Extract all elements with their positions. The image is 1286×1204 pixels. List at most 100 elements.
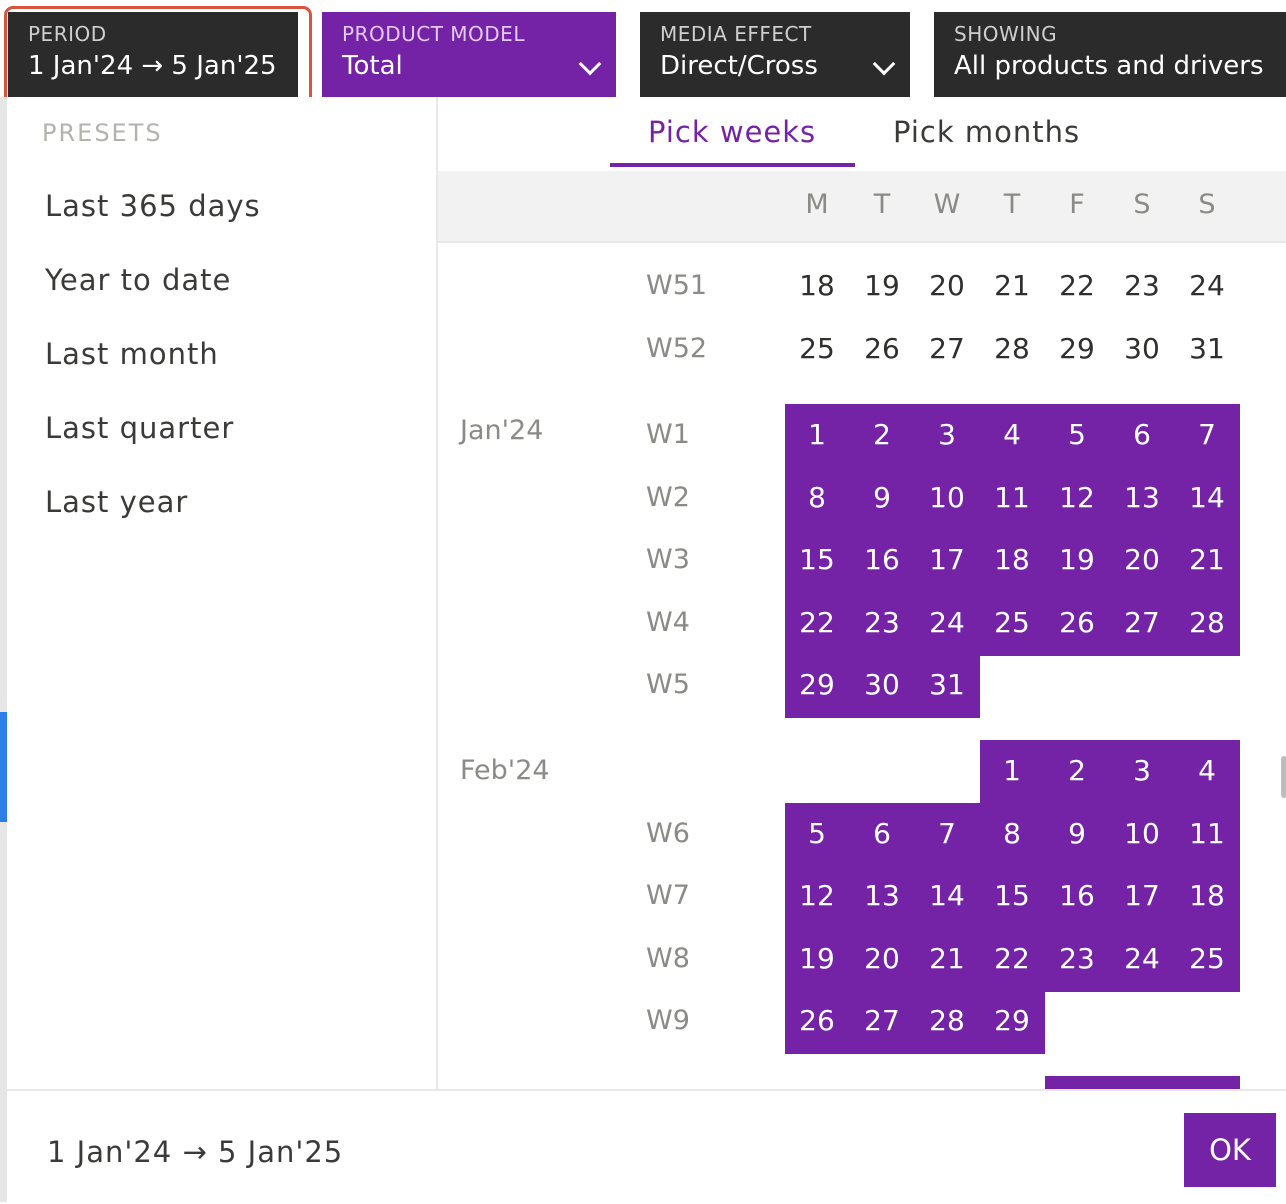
calendar-day[interactable]: 18 (785, 255, 849, 317)
media-effect-filter-label: MEDIA EFFECT (660, 22, 812, 46)
showing-filter[interactable]: SHOWING All products and drivers (934, 12, 1286, 97)
calendar-day[interactable]: 19 (1045, 529, 1109, 591)
calendar-day[interactable]: 24 (1110, 928, 1174, 990)
calendar-day[interactable]: 12 (785, 865, 849, 927)
week-number[interactable]: W8 (646, 928, 690, 990)
calendar-day[interactable]: 10 (915, 467, 979, 529)
week-number[interactable]: W7 (646, 865, 690, 927)
calendar-day[interactable]: 18 (980, 529, 1044, 591)
week-number[interactable]: W52 (646, 318, 707, 380)
calendar-day[interactable]: 11 (1175, 803, 1239, 865)
calendar-day[interactable]: 29 (980, 990, 1044, 1052)
ok-button[interactable]: OK (1184, 1113, 1276, 1187)
calendar-day[interactable]: 28 (980, 318, 1044, 380)
calendar-day[interactable]: 7 (1175, 404, 1239, 466)
calendar-day[interactable]: 14 (1175, 467, 1239, 529)
calendar-day[interactable]: 24 (1175, 255, 1239, 317)
calendar-day[interactable]: 9 (850, 467, 914, 529)
week-number[interactable]: W5 (646, 654, 690, 716)
calendar-day[interactable]: 27 (915, 318, 979, 380)
calendar-day[interactable]: 26 (785, 990, 849, 1052)
calendar-scrollbar[interactable] (1281, 756, 1286, 798)
calendar-day[interactable]: 26 (850, 318, 914, 380)
preset-year-to-date[interactable]: Year to date (45, 263, 231, 297)
calendar-day[interactable]: 15 (785, 529, 849, 591)
preset-last-quarter[interactable]: Last quarter (45, 411, 234, 445)
calendar-day[interactable]: 23 (1045, 928, 1109, 990)
calendar-day[interactable]: 29 (785, 654, 849, 716)
calendar-day[interactable]: 1 (785, 404, 849, 466)
calendar-day[interactable]: 19 (850, 255, 914, 317)
week-number[interactable]: W1 (646, 404, 690, 466)
week-number[interactable]: W6 (646, 803, 690, 865)
calendar-day[interactable]: 7 (915, 803, 979, 865)
preset-last-year[interactable]: Last year (45, 485, 188, 519)
calendar-day[interactable]: 22 (1045, 255, 1109, 317)
calendar-day[interactable]: 22 (785, 592, 849, 654)
calendar-day[interactable]: 20 (915, 255, 979, 317)
calendar-day[interactable]: 6 (1110, 404, 1174, 466)
preset-last-365-days[interactable]: Last 365 days (45, 189, 261, 223)
calendar-day[interactable]: 25 (1175, 928, 1239, 990)
calendar-day[interactable]: 2 (850, 404, 914, 466)
calendar-day[interactable]: 13 (850, 865, 914, 927)
calendar-day[interactable]: 23 (850, 592, 914, 654)
calendar-day[interactable]: 3 (915, 404, 979, 466)
calendar-day[interactable]: 29 (1045, 318, 1109, 380)
media-effect-filter[interactable]: MEDIA EFFECT Direct/Cross (640, 12, 910, 97)
date-picker-footer: 1 Jan'24 → 5 Jan'25 OK (7, 1089, 1286, 1204)
calendar-day[interactable]: 3 (1110, 740, 1174, 802)
calendar-day[interactable]: 20 (1110, 529, 1174, 591)
week-number[interactable]: W9 (646, 990, 690, 1052)
calendar-day[interactable]: 17 (915, 529, 979, 591)
product-model-filter[interactable]: PRODUCT MODEL Total (322, 12, 616, 97)
calendar-day[interactable]: 28 (1175, 592, 1239, 654)
calendar-day[interactable]: 5 (785, 803, 849, 865)
calendar-day[interactable]: 19 (785, 928, 849, 990)
week-number[interactable]: W4 (646, 592, 690, 654)
calendar-day[interactable]: 13 (1110, 467, 1174, 529)
calendar-day[interactable]: 16 (850, 529, 914, 591)
calendar-day[interactable]: 4 (980, 404, 1044, 466)
calendar-day[interactable]: 10 (1110, 803, 1174, 865)
calendar-day[interactable]: 27 (850, 990, 914, 1052)
calendar-day[interactable]: 21 (1175, 529, 1239, 591)
calendar-day[interactable]: 2 (1045, 740, 1109, 802)
calendar-day[interactable]: 24 (915, 592, 979, 654)
calendar-day[interactable]: 15 (980, 865, 1044, 927)
tab-pick-months[interactable]: Pick months (893, 115, 1080, 149)
calendar-day[interactable]: 9 (1045, 803, 1109, 865)
calendar-day[interactable]: 8 (980, 803, 1044, 865)
calendar-day[interactable]: 11 (980, 467, 1044, 529)
week-number[interactable]: W3 (646, 529, 690, 591)
calendar-day[interactable]: 21 (980, 255, 1044, 317)
calendar-day[interactable]: 26 (1045, 592, 1109, 654)
preset-last-month[interactable]: Last month (45, 337, 219, 371)
calendar-day[interactable]: 12 (1045, 467, 1109, 529)
calendar-day[interactable]: 20 (850, 928, 914, 990)
calendar-day[interactable]: 28 (915, 990, 979, 1052)
calendar-day[interactable]: 1 (980, 740, 1044, 802)
tab-pick-weeks[interactable]: Pick weeks (648, 115, 816, 149)
period-filter[interactable]: PERIOD 1 Jan'24 → 5 Jan'25 (8, 12, 298, 97)
calendar-day[interactable]: 31 (915, 654, 979, 716)
calendar-day[interactable]: 8 (785, 467, 849, 529)
calendar-day[interactable]: 16 (1045, 865, 1109, 927)
calendar-day[interactable]: 17 (1110, 865, 1174, 927)
calendar-day[interactable]: 30 (850, 654, 914, 716)
week-number[interactable]: W2 (646, 467, 690, 529)
calendar-day[interactable]: 23 (1110, 255, 1174, 317)
calendar-day[interactable]: 21 (915, 928, 979, 990)
calendar-day[interactable]: 27 (1110, 592, 1174, 654)
calendar-day[interactable]: 5 (1045, 404, 1109, 466)
calendar-day[interactable]: 25 (980, 592, 1044, 654)
calendar-day[interactable]: 4 (1175, 740, 1239, 802)
calendar-day[interactable]: 30 (1110, 318, 1174, 380)
week-number[interactable]: W51 (646, 255, 707, 317)
calendar-day[interactable]: 25 (785, 318, 849, 380)
calendar-day[interactable]: 14 (915, 865, 979, 927)
calendar-day[interactable]: 6 (850, 803, 914, 865)
calendar-day[interactable]: 22 (980, 928, 1044, 990)
calendar-day[interactable]: 31 (1175, 318, 1239, 380)
calendar-day[interactable]: 18 (1175, 865, 1239, 927)
